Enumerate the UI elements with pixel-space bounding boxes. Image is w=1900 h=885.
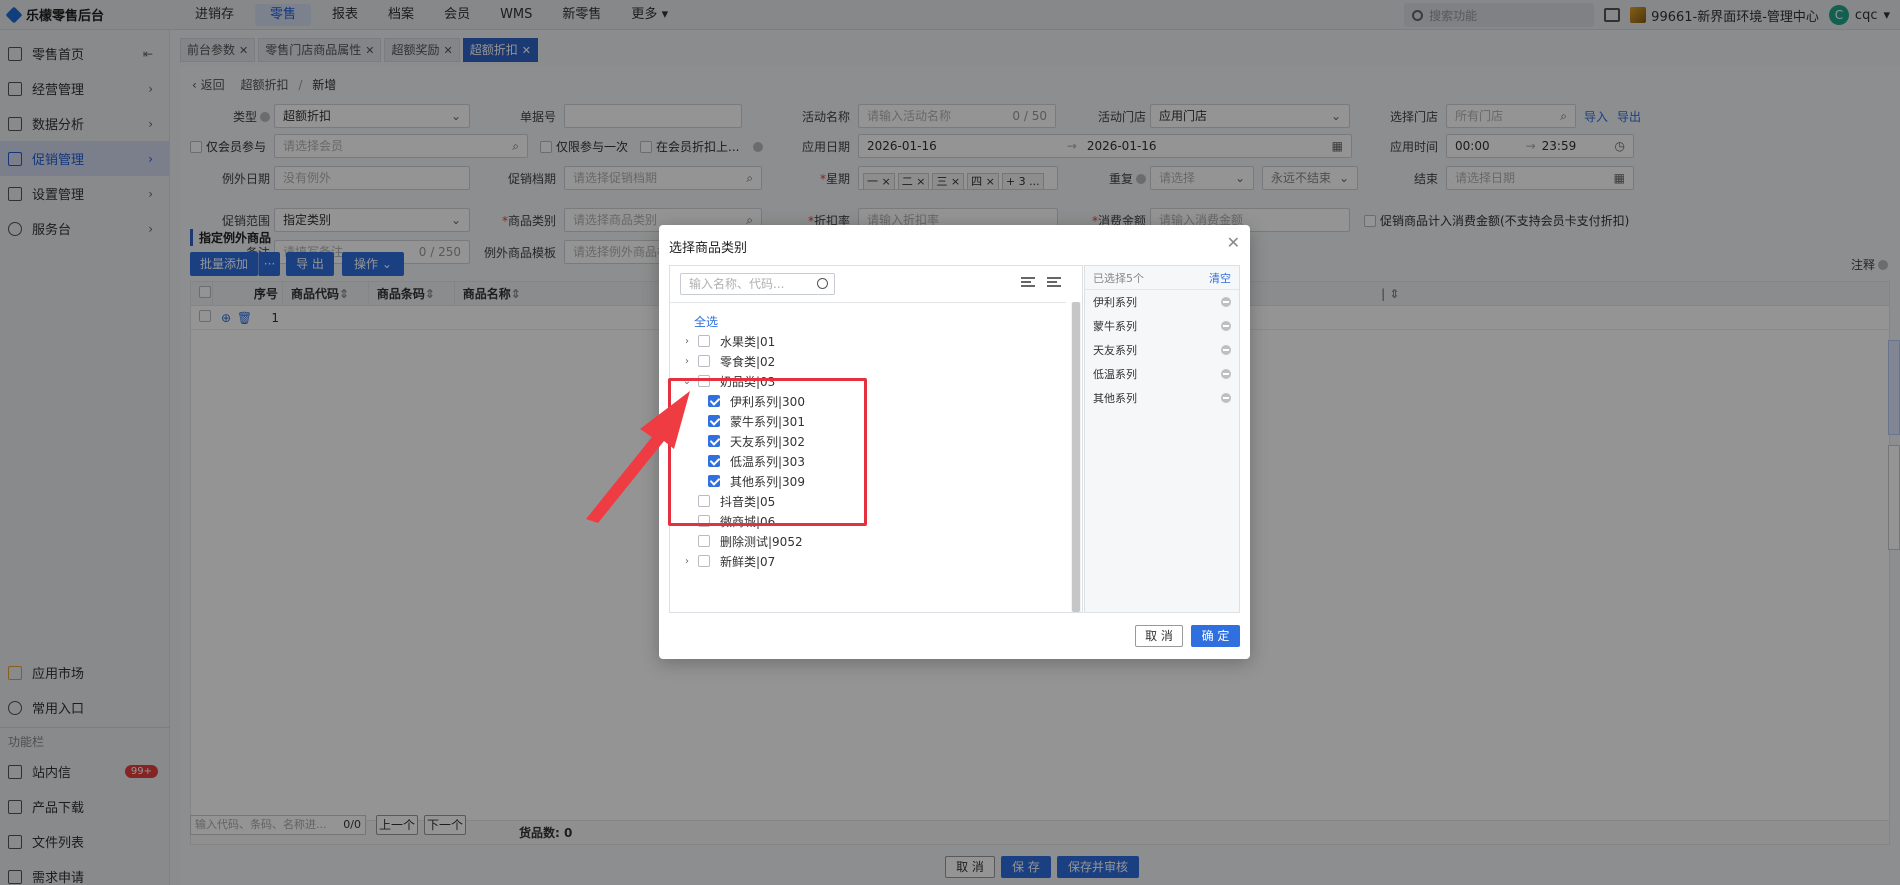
tree-node-label: 删除测试|9052 <box>720 534 803 549</box>
dialog-title: 选择商品类别 <box>669 241 748 256</box>
remove-icon[interactable] <box>1221 297 1231 307</box>
tree-checkbox[interactable] <box>698 535 710 547</box>
tree-scrollbar[interactable] <box>1071 302 1081 612</box>
tree-checkbox[interactable] <box>698 335 710 347</box>
selected-item: 其他系列 <box>1085 386 1239 410</box>
tree-checkbox[interactable] <box>698 555 710 567</box>
tree-node-fruit[interactable]: › 水果类|01 <box>680 331 775 351</box>
dialog-confirm-button[interactable]: 确 定 <box>1191 625 1240 647</box>
selected-item: 天友系列 <box>1085 338 1239 362</box>
clear-all-link[interactable]: 清空 <box>1209 270 1231 286</box>
selected-item-label: 其他系列 <box>1093 392 1137 405</box>
selected-item-label: 蒙牛系列 <box>1093 320 1137 333</box>
selected-panel: 已选择5个 清空 伊利系列 蒙牛系列 天友系列 低温系列 其他系列 <box>1084 265 1240 613</box>
tree-node-label: 零食类|02 <box>720 354 776 369</box>
close-icon[interactable]: ✕ <box>1227 233 1240 252</box>
tree-node-fresh[interactable]: › 新鲜类|07 <box>680 551 775 571</box>
scrollbar-thumb[interactable] <box>1072 302 1080 612</box>
expand-all-icon[interactable] <box>1021 277 1035 287</box>
selected-item: 低温系列 <box>1085 362 1239 386</box>
remove-icon[interactable] <box>1221 345 1231 355</box>
collapse-all-icon[interactable] <box>1047 277 1061 287</box>
remove-icon[interactable] <box>1221 369 1231 379</box>
category-search-placeholder: 输入名称、代码... <box>689 277 785 291</box>
tree-node-snack[interactable]: › 零食类|02 <box>680 351 775 371</box>
chevron-right-icon[interactable]: › <box>680 356 694 367</box>
remove-icon[interactable] <box>1221 393 1231 403</box>
chevron-right-icon[interactable]: › <box>680 556 694 567</box>
select-all-label: 全选 <box>694 314 719 329</box>
selected-header: 已选择5个 清空 <box>1085 266 1239 290</box>
category-search-input[interactable]: 输入名称、代码... <box>680 273 835 295</box>
selected-item-label: 天友系列 <box>1093 344 1137 357</box>
remove-icon[interactable] <box>1221 321 1231 331</box>
selected-item-label: 低温系列 <box>1093 368 1137 381</box>
selected-item: 伊利系列 <box>1085 290 1239 314</box>
selected-item-label: 伊利系列 <box>1093 296 1137 309</box>
tree-node-delete-test[interactable]: 删除测试|9052 <box>698 531 803 551</box>
search-icon[interactable] <box>817 278 828 289</box>
tree-node-label: 新鲜类|07 <box>720 554 776 569</box>
select-all-link[interactable]: 全选 <box>694 311 718 331</box>
selected-item: 蒙牛系列 <box>1085 314 1239 338</box>
dialog-cancel-button[interactable]: 取 消 <box>1135 625 1183 647</box>
annotation-arrow-icon <box>586 391 690 523</box>
tree-node-label: 水果类|01 <box>720 334 776 349</box>
tree-checkbox[interactable] <box>698 355 710 367</box>
selected-caption: 已选择5个 <box>1093 271 1144 285</box>
chevron-right-icon[interactable]: › <box>680 336 694 347</box>
